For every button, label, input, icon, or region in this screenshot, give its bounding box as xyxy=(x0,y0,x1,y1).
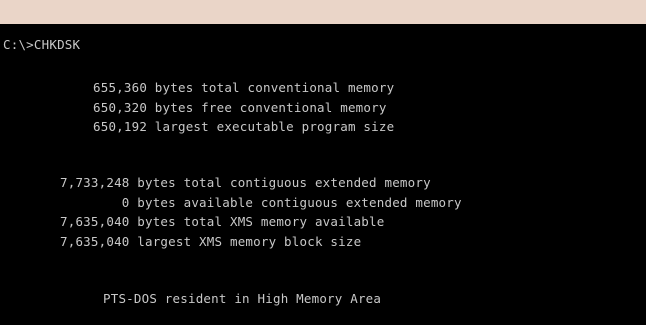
largest-xms-block-line: 7,635,040 largest XMS memory block size xyxy=(60,234,362,249)
total-conventional-memory-line: 655,360 bytes total conventional memory xyxy=(93,80,395,95)
hma-status-line: PTS-DOS resident in High Memory Area xyxy=(103,291,382,306)
dos-terminal-screen[interactable]: C:\>CHKDSK 655,360 bytes total conventio… xyxy=(0,24,646,325)
total-contiguous-extended-memory-line: 7,733,248 bytes total contiguous extende… xyxy=(60,175,431,190)
available-contiguous-extended-memory-line: 0 bytes available contiguous extended me… xyxy=(60,195,462,210)
total-xms-memory-line: 7,635,040 bytes total XMS memory availab… xyxy=(60,214,385,229)
free-conventional-memory-line: 650,320 bytes free conventional memory xyxy=(93,100,387,115)
command-prompt-line: C:\>CHKDSK xyxy=(3,37,81,52)
largest-executable-program-line: 650,192 largest executable program size xyxy=(93,119,395,134)
